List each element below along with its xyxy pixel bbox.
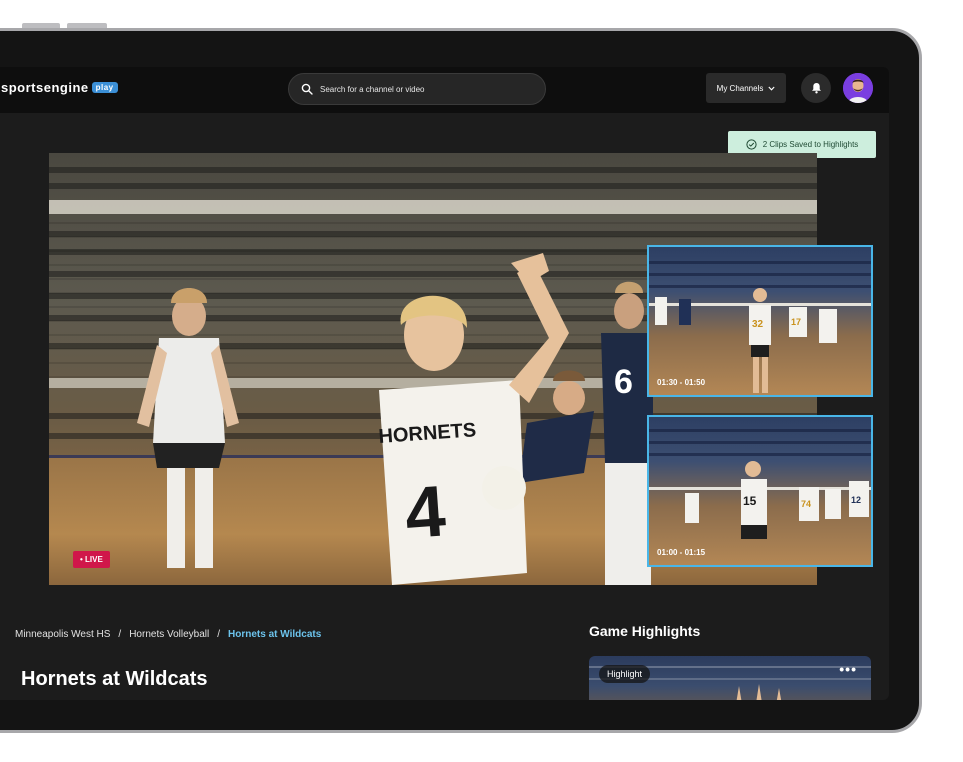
logo-badge: play [91, 82, 118, 93]
svg-text:15: 15 [743, 494, 757, 508]
user-avatar[interactable] [843, 73, 873, 103]
app-screen: sportsengineplay My Channels [0, 67, 889, 700]
clip-frame-players: 15 74 12 [649, 461, 871, 539]
my-channels-dropdown[interactable]: My Channels [706, 73, 786, 103]
notifications-button[interactable] [801, 73, 831, 103]
toast-text: 2 Clips Saved to Highlights [762, 140, 859, 149]
check-circle-icon [746, 139, 757, 150]
saved-clip-thumbnail[interactable]: 15 74 12 01:00 - 01:15 [647, 415, 873, 567]
svg-text:32: 32 [752, 319, 764, 330]
game-highlights-heading: Game Highlights [589, 623, 701, 639]
live-badge: • LIVE [73, 551, 110, 568]
logo-text: sportsengine [1, 80, 89, 95]
search-input[interactable] [320, 84, 520, 94]
breadcrumb: Minneapolis West HS / Hornets Volleyball / H… [15, 629, 321, 640]
highlight-label: Highlight [599, 665, 651, 683]
jersey-number: 4 [403, 471, 449, 554]
top-navigation-bar: sportsengineplay My Channels [0, 67, 889, 113]
breadcrumb-separator: / [217, 629, 221, 640]
svg-text:74: 74 [801, 499, 811, 509]
saved-clip-thumbnail[interactable]: 32 17 01:30 - 01:50 [647, 245, 873, 397]
highlight-card[interactable]: Highlight ••• [589, 656, 871, 700]
svg-text:6: 6 [614, 363, 633, 401]
search-icon [301, 83, 313, 95]
clip-frame-players: 32 17 [649, 288, 871, 393]
search-bar[interactable] [288, 73, 546, 105]
clip-timestamp: 01:30 - 01:50 [657, 378, 706, 387]
bell-icon [811, 83, 821, 94]
page-title: Hornets at Wildcats [21, 668, 208, 690]
breadcrumb-item[interactable]: Hornets Volleyball [129, 629, 209, 640]
svg-text:12: 12 [851, 495, 861, 505]
breadcrumb-current: Hornets at Wildcats [228, 629, 322, 640]
svg-text:17: 17 [791, 317, 801, 327]
my-channels-label: My Channels [716, 83, 764, 93]
breadcrumb-separator: / [118, 629, 122, 640]
sportsengine-logo[interactable]: sportsengine play [1, 80, 118, 95]
tablet-frame: sportsengineplay My Channels [0, 28, 922, 733]
clip-timestamp: 01:00 - 01:15 [657, 548, 706, 557]
breadcrumb-item[interactable]: Minneapolis West HS [15, 629, 110, 640]
chevron-down-icon [768, 86, 775, 91]
person-icon [843, 73, 873, 103]
more-options-button[interactable]: ••• [839, 661, 857, 677]
